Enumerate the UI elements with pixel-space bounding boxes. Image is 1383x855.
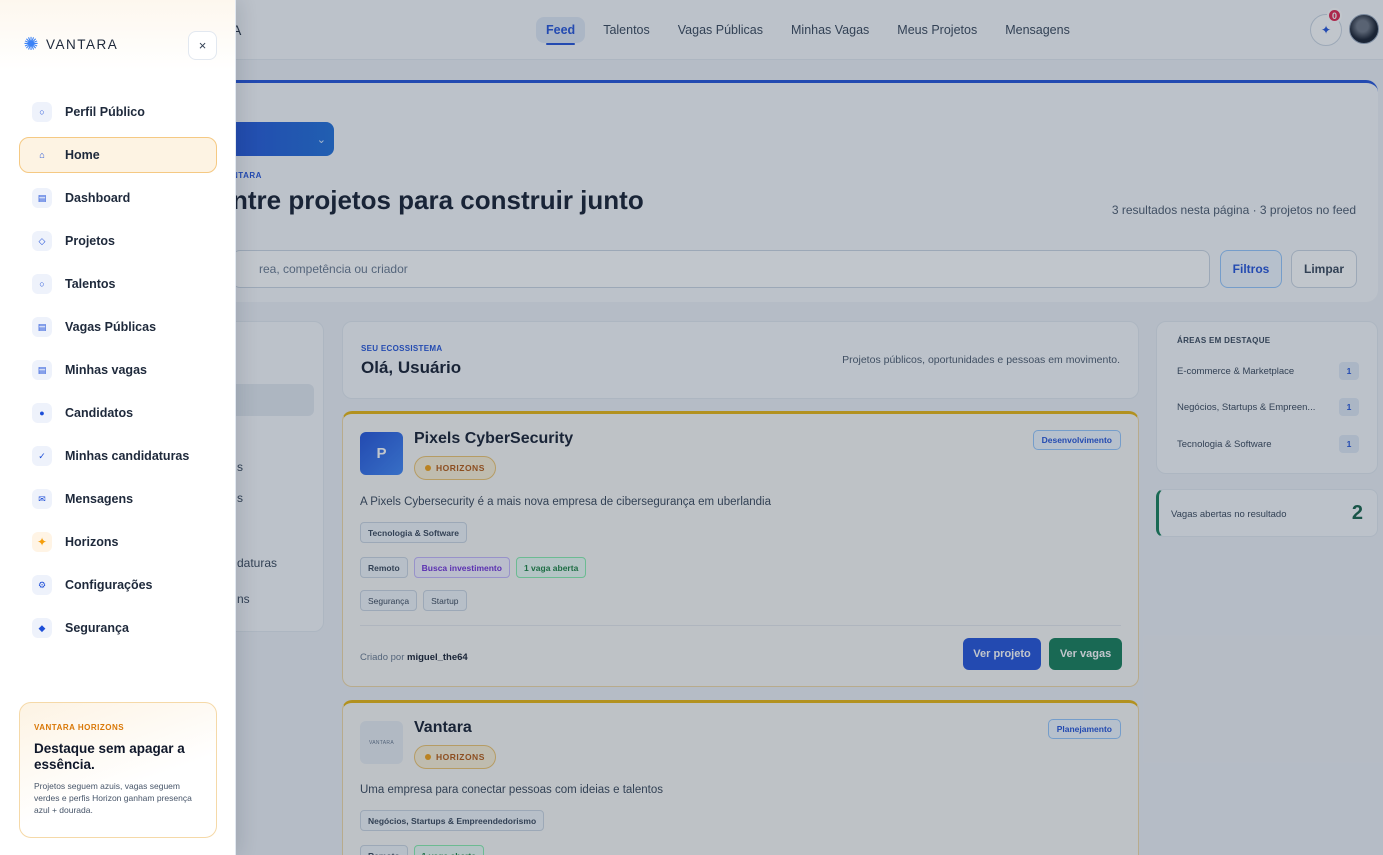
- drawer-logo[interactable]: ✺ VANTARA: [20, 33, 118, 55]
- drawer-item-label: Perfil Público: [65, 105, 145, 119]
- side-drawer: ✺ VANTARA × ○ Perfil Público ⌂ Home ▤ Da…: [0, 0, 236, 855]
- diamond-icon: ◇: [32, 231, 52, 251]
- mail-icon: ✉: [32, 489, 52, 509]
- drawer-item-label: Dashboard: [65, 191, 131, 205]
- drawer-item-candidatos[interactable]: ● Candidatos: [19, 395, 217, 431]
- drawer-item-seguranca[interactable]: ◆ Segurança: [19, 610, 217, 646]
- circle-icon: ○: [32, 102, 52, 122]
- dashboard-icon: ▤: [32, 188, 52, 208]
- drawer-item-label: Segurança: [65, 621, 129, 635]
- close-button[interactable]: ×: [188, 31, 217, 60]
- circle-icon: ○: [32, 274, 52, 294]
- drawer-item-label: Vagas Públicas: [65, 320, 157, 334]
- drawer-item-mensagens[interactable]: ✉ Mensagens: [19, 481, 217, 517]
- check-icon: ✓: [32, 446, 52, 466]
- drawer-item-label: Configurações: [65, 578, 153, 592]
- drawer-brand: VANTARA: [46, 36, 119, 52]
- drawer-item-minhas-candidaturas[interactable]: ✓ Minhas candidaturas: [19, 438, 217, 474]
- drawer-item-label: Mensagens: [65, 492, 134, 506]
- drawer-item-label: Minhas vagas: [65, 363, 147, 377]
- promo-title: Destaque sem apagar a essência.: [34, 741, 185, 772]
- drawer-item-projetos[interactable]: ◇ Projetos: [19, 223, 217, 259]
- drawer-item-talentos[interactable]: ○ Talentos: [19, 266, 217, 302]
- info-icon: ●: [32, 403, 52, 423]
- drawer-item-label: Projetos: [65, 234, 116, 248]
- drawer-item-dashboard[interactable]: ▤ Dashboard: [19, 180, 217, 216]
- vantara-logo-icon: ✺: [23, 34, 39, 54]
- briefcase-icon: ▤: [32, 360, 52, 380]
- sparkle-icon: ✦: [32, 532, 52, 552]
- horizons-promo-card[interactable]: VANTARA HORIZONS Destaque sem apagar a e…: [19, 702, 217, 838]
- gear-icon: ⚙: [32, 575, 52, 595]
- home-icon: ⌂: [32, 145, 52, 165]
- drawer-item-perfil-publico[interactable]: ○ Perfil Público: [19, 94, 217, 130]
- drawer-item-label: Minhas candidaturas: [65, 449, 190, 463]
- drawer-item-minhas-vagas[interactable]: ▤ Minhas vagas: [19, 352, 217, 388]
- promo-text: Projetos seguem azuis, vagas seguem verd…: [34, 781, 192, 815]
- drawer-item-label: Horizons: [65, 535, 119, 549]
- briefcase-icon: ▤: [32, 317, 52, 337]
- shield-icon: ◆: [32, 618, 52, 638]
- drawer-item-label: Candidatos: [65, 406, 134, 420]
- close-icon: ×: [198, 38, 207, 53]
- drawer-item-vagas-publicas[interactable]: ▤ Vagas Públicas: [19, 309, 217, 345]
- drawer-item-configuracoes[interactable]: ⚙ Configurações: [19, 567, 217, 603]
- drawer-item-horizons[interactable]: ✦ Horizons: [19, 524, 217, 560]
- drawer-item-label: Talentos: [65, 277, 116, 291]
- drawer-item-home[interactable]: ⌂ Home: [19, 137, 217, 173]
- drawer-item-label: Home: [65, 148, 100, 162]
- promo-kicker: VANTARA HORIZONS: [34, 723, 125, 732]
